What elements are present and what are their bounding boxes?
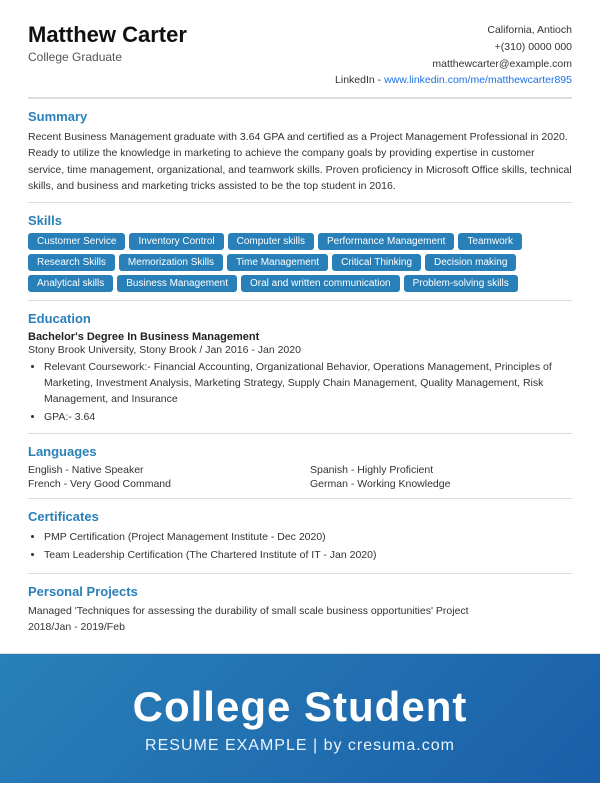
summary-title: Summary	[28, 109, 572, 124]
language-item-right: Spanish - Highly Proficient	[310, 464, 572, 476]
certificates-section: Certificates PMP Certification (Project …	[28, 509, 572, 565]
education-section: Education Bachelor's Degree In Business …	[28, 311, 572, 425]
candidate-phone: +(310) 0000 000	[335, 39, 572, 56]
divider-4	[28, 498, 572, 499]
skills-section: Skills Customer ServiceInventory Control…	[28, 213, 572, 292]
projects-title: Personal Projects	[28, 584, 572, 599]
divider-3	[28, 433, 572, 434]
resume-header: Matthew Carter College Graduate Californ…	[28, 22, 572, 99]
skills-container: Customer ServiceInventory Control Compute…	[28, 233, 572, 292]
edu-degree: Bachelor's Degree In Business Management	[28, 331, 572, 343]
skill-badge: Problem-solving skills	[404, 275, 518, 292]
skill-badge: Inventory Control	[129, 233, 223, 250]
divider-1	[28, 202, 572, 203]
project-date: 2018/Jan - 2019/Feb	[28, 621, 125, 633]
projects-section: Personal Projects Managed 'Techniques fo…	[28, 584, 572, 636]
edu-school: Stony Brook University, Stony Brook / Ja…	[28, 344, 572, 356]
edu-bullet: GPA:- 3.64	[44, 410, 572, 426]
skill-badge: Computer skills	[228, 233, 314, 250]
skills-title: Skills	[28, 213, 572, 228]
divider-2	[28, 300, 572, 301]
linkedin-url[interactable]: www.linkedin.com/me/matthewcarter895	[384, 74, 572, 86]
edu-bullet: Relevant Coursework:- Financial Accounti…	[44, 360, 572, 407]
language-item-left: French - Very Good Command	[28, 478, 290, 490]
skill-badge: Memorization Skills	[119, 254, 223, 271]
candidate-title: College Graduate	[28, 50, 187, 64]
skill-badge: Customer Service	[28, 233, 125, 250]
skill-badge: Research Skills	[28, 254, 115, 271]
cert-item: PMP Certification (Project Management In…	[44, 529, 572, 547]
summary-text: Recent Business Management graduate with…	[28, 129, 572, 194]
skill-badge: Performance Management	[318, 233, 454, 250]
linkedin-label: LinkedIn	[335, 74, 375, 86]
skill-badge: Decision making	[425, 254, 516, 271]
languages-title: Languages	[28, 444, 572, 459]
divider-5	[28, 573, 572, 574]
skill-badge: Analytical skills	[28, 275, 113, 292]
footer-sub-title: RESUME EXAMPLE | by cresuma.com	[20, 737, 580, 755]
header-left: Matthew Carter College Graduate	[28, 22, 187, 64]
footer-big-title: College Student	[20, 684, 580, 730]
skill-badge: Teamwork	[458, 233, 522, 250]
skill-badge: Critical Thinking	[332, 254, 421, 271]
cert-list: PMP Certification (Project Management In…	[44, 529, 572, 565]
languages-section: Languages English - Native Speaker Spanis…	[28, 444, 572, 490]
resume-page: Matthew Carter College Graduate Californ…	[0, 0, 600, 654]
project-description: Managed 'Techniques for assessing the du…	[28, 605, 469, 617]
skill-badge: Time Management	[227, 254, 328, 271]
summary-section: Summary Recent Business Management gradu…	[28, 109, 572, 194]
project-text: Managed 'Techniques for assessing the du…	[28, 604, 572, 636]
candidate-name: Matthew Carter	[28, 22, 187, 48]
candidate-location: California, Antioch	[335, 22, 572, 39]
footer-banner: College Student RESUME EXAMPLE | by cres…	[0, 654, 600, 782]
candidate-linkedin: LinkedIn - www.linkedin.com/me/matthewca…	[335, 72, 572, 89]
header-right: California, Antioch +(310) 0000 000 matt…	[335, 22, 572, 89]
skill-badge: Business Management	[117, 275, 237, 292]
certificates-title: Certificates	[28, 509, 572, 524]
cert-item: Team Leadership Certification (The Chart…	[44, 547, 572, 565]
candidate-email: matthewcarter@example.com	[335, 56, 572, 73]
languages-grid: English - Native Speaker Spanish - Highly…	[28, 464, 572, 490]
skill-badge: Oral and written communication	[241, 275, 400, 292]
language-item-left: English - Native Speaker	[28, 464, 290, 476]
edu-bullets-list: Relevant Coursework:- Financial Accounti…	[44, 360, 572, 425]
language-item-right: German - Working Knowledge	[310, 478, 572, 490]
education-title: Education	[28, 311, 572, 326]
